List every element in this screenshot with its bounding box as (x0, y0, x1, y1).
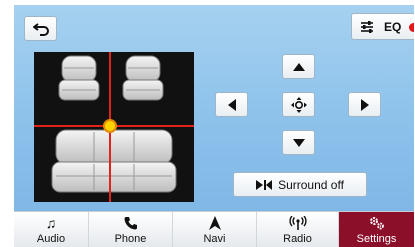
fader-balance-seat-map[interactable] (34, 52, 194, 202)
nav-item-navi-label: Navi (203, 232, 226, 245)
car-display-screen: EQ Surround off ♫ Audio Phone Navi Radio… (14, 5, 414, 247)
fader-up-button[interactable] (282, 54, 315, 79)
eq-button[interactable]: EQ (351, 13, 414, 40)
nav-item-audio-label: Audio (36, 232, 66, 245)
eq-active-indicator (409, 23, 414, 32)
center-reset-icon (290, 96, 307, 113)
bottom-navigation-bar: ♫ Audio Phone Navi Radio Settings (14, 211, 414, 247)
nav-item-phone[interactable]: Phone (89, 212, 173, 247)
surround-label: Surround off (278, 177, 344, 192)
music-note-icon: ♫ (45, 214, 57, 231)
nav-item-radio[interactable]: Radio (257, 212, 339, 247)
navigation-icon (208, 215, 222, 232)
fader-balance-position-marker[interactable] (103, 119, 117, 133)
equalizer-sliders-icon (361, 20, 373, 33)
fader-down-button[interactable] (282, 130, 315, 155)
nav-item-phone-label: Phone (114, 232, 147, 245)
front-left-seat (58, 55, 100, 101)
phone-icon (124, 216, 138, 232)
surround-icon (256, 179, 273, 190)
center-reset-button[interactable] (282, 92, 315, 117)
nav-item-settings-label: Settings (356, 232, 397, 245)
radio-antenna-icon (288, 215, 307, 232)
front-right-seat (122, 55, 164, 101)
rear-bench-seat (51, 129, 177, 193)
nav-item-navi[interactable]: Navi (173, 212, 257, 247)
fader-balance-panel: EQ Surround off (14, 5, 414, 211)
nav-item-settings[interactable]: Settings (339, 212, 414, 247)
nav-item-audio[interactable]: ♫ Audio (14, 212, 89, 247)
down-arrow-icon (292, 138, 305, 147)
up-arrow-icon (292, 62, 305, 71)
back-button[interactable] (24, 16, 57, 41)
left-arrow-icon (227, 98, 236, 111)
eq-label: EQ (384, 19, 402, 34)
back-arrow-icon (32, 22, 49, 36)
gears-icon (369, 216, 385, 232)
nav-item-radio-label: Radio (283, 232, 312, 245)
balance-right-button[interactable] (348, 92, 381, 117)
right-arrow-icon (360, 98, 369, 111)
balance-left-button[interactable] (215, 92, 248, 117)
surround-toggle-button[interactable]: Surround off (233, 172, 367, 197)
